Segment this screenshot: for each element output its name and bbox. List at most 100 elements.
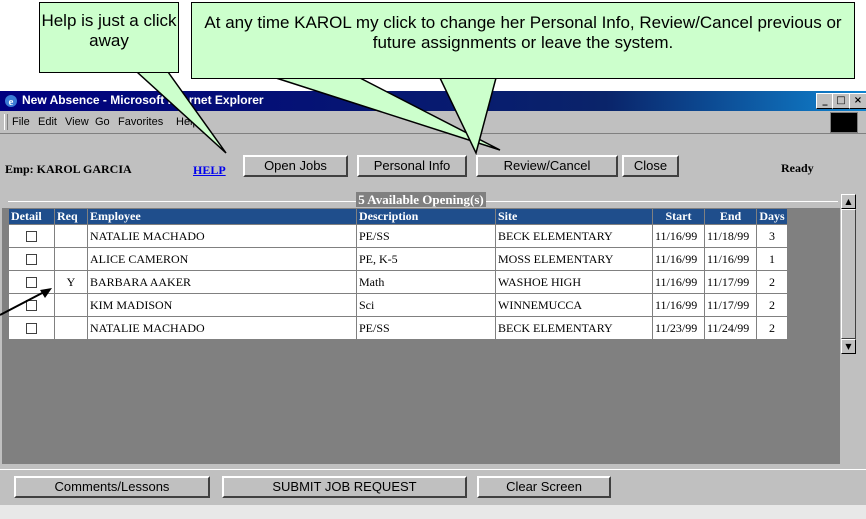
end-cell: 11/17/99 [704, 270, 757, 294]
page-content: Emp: KAROL GARCIA HELP Open Jobs Persona… [0, 134, 866, 519]
table-row[interactable]: KIM MADISON Sci WINNEMUCCA 11/16/99 11/1… [8, 293, 788, 317]
scroll-up-icon[interactable]: ▲ [841, 194, 856, 209]
col-end[interactable]: End [704, 208, 757, 225]
days-cell: 2 [756, 270, 788, 294]
openings-grid: 5 Available Opening(s) Detail Req Employ… [2, 192, 840, 464]
end-cell: 11/18/99 [704, 224, 757, 248]
open-jobs-button[interactable]: Open Jobs [243, 155, 348, 177]
description-cell: PE/SS [356, 316, 496, 340]
site-cell: MOSS ELEMENTARY [495, 247, 653, 271]
info-callout: At any time KAROL my click to change her… [191, 2, 855, 79]
info-callout-text: At any time KAROL my click to change her… [204, 13, 842, 52]
menu-help[interactable]: Help [176, 116, 199, 128]
help-link[interactable]: HELP [193, 163, 226, 178]
help-callout: Help is just a click away [39, 2, 179, 73]
detail-cell[interactable] [8, 270, 55, 294]
scroll-thumb[interactable] [841, 209, 856, 339]
table-header-row: Detail Req Employee Description Site Sta… [8, 208, 788, 225]
days-cell: 2 [756, 316, 788, 340]
description-cell: Sci [356, 293, 496, 317]
personal-info-button[interactable]: Personal Info [357, 155, 467, 177]
help-callout-text: Help is just a click away [41, 11, 177, 50]
menu-bar: File Edit View Go Favorites Help [0, 111, 866, 134]
site-cell: WINNEMUCCA [495, 293, 653, 317]
detail-checkbox[interactable] [26, 277, 37, 289]
detail-cell[interactable] [8, 247, 55, 271]
employee-cell: KIM MADISON [87, 293, 357, 317]
menu-favorites[interactable]: Favorites [118, 116, 163, 128]
grid-title-text: 5 Available Opening(s) [356, 192, 486, 207]
detail-cell[interactable] [8, 293, 55, 317]
table-row[interactable]: NATALIE MACHADO PE/SS BECK ELEMENTARY 11… [8, 316, 788, 340]
submit-job-request-button[interactable]: SUBMIT JOB REQUEST [222, 476, 467, 498]
req-cell [54, 224, 88, 248]
detail-checkbox[interactable] [26, 323, 37, 335]
col-detail: Detail [8, 208, 55, 225]
review-cancel-button[interactable]: Review/Cancel [476, 155, 618, 177]
end-cell: 11/17/99 [704, 293, 757, 317]
detail-checkbox[interactable] [26, 231, 37, 243]
start-cell: 11/16/99 [652, 224, 705, 248]
table-row[interactable]: ALICE CAMERON PE, K-5 MOSS ELEMENTARY 11… [8, 247, 788, 271]
site-cell: BECK ELEMENTARY [495, 224, 653, 248]
end-cell: 11/24/99 [704, 316, 757, 340]
site-cell: WASHOE HIGH [495, 270, 653, 294]
title-bar[interactable]: e New Absence - Microsoft Internet Explo… [0, 91, 866, 111]
req-cell: Y [54, 270, 88, 294]
grid-caption-bar: 5 Available Opening(s) [2, 192, 840, 208]
employee-cell: BARBARA AAKER [87, 270, 357, 294]
description-cell: PE, K-5 [356, 247, 496, 271]
maximize-button[interactable]: □ [832, 93, 850, 109]
grid-title: 5 Available Opening(s) [2, 192, 840, 208]
col-start[interactable]: Start [652, 208, 705, 225]
employee-label: Emp: KAROL GARCIA [5, 162, 132, 176]
description-cell: PE/SS [356, 224, 496, 248]
windows-logo-icon [830, 112, 858, 133]
col-description[interactable]: Description [356, 208, 496, 225]
detail-cell[interactable] [8, 316, 55, 340]
employee-cell: ALICE CAMERON [87, 247, 357, 271]
menu-grip [4, 114, 8, 130]
browser-window: e New Absence - Microsoft Internet Explo… [0, 91, 866, 519]
detail-checkbox[interactable] [26, 300, 37, 312]
start-cell: 11/16/99 [652, 247, 705, 271]
days-cell: 2 [756, 293, 788, 317]
col-days[interactable]: Days [756, 208, 788, 225]
site-cell: BECK ELEMENTARY [495, 316, 653, 340]
days-cell: 3 [756, 224, 788, 248]
employee-cell: NATALIE MACHADO [87, 224, 357, 248]
col-employee[interactable]: Employee [87, 208, 357, 225]
col-req: Req [54, 208, 88, 225]
scroll-down-icon[interactable]: ▼ [841, 339, 856, 354]
table-row[interactable]: NATALIE MACHADO PE/SS BECK ELEMENTARY 11… [8, 224, 788, 248]
table-row[interactable]: Y BARBARA AAKER Math WASHOE HIGH 11/16/9… [8, 270, 788, 294]
end-cell: 11/16/99 [704, 247, 757, 271]
status-ready: Ready [781, 161, 814, 175]
description-cell: Math [356, 270, 496, 294]
req-cell [54, 293, 88, 317]
menu-edit[interactable]: Edit [38, 116, 57, 128]
action-bar: Comments/Lessons SUBMIT JOB REQUEST Clea… [0, 469, 866, 504]
detail-cell[interactable] [8, 224, 55, 248]
req-cell [54, 247, 88, 271]
close-button[interactable]: Close [622, 155, 679, 177]
menu-go[interactable]: Go [95, 116, 110, 128]
col-site[interactable]: Site [495, 208, 653, 225]
menu-file[interactable]: File [12, 116, 30, 128]
vertical-scrollbar[interactable]: ▲ ▼ [841, 194, 856, 354]
days-cell: 1 [756, 247, 788, 271]
start-cell: 11/23/99 [652, 316, 705, 340]
status-bar [0, 505, 866, 519]
comments-lessons-button[interactable]: Comments/Lessons [14, 476, 210, 498]
menu-view[interactable]: View [65, 116, 89, 128]
start-cell: 11/16/99 [652, 270, 705, 294]
start-cell: 11/16/99 [652, 293, 705, 317]
openings-table: Detail Req Employee Description Site Sta… [8, 208, 788, 340]
employee-cell: NATALIE MACHADO [87, 316, 357, 340]
close-window-button[interactable]: × [849, 93, 866, 109]
ie-icon: e [5, 95, 17, 108]
req-cell [54, 316, 88, 340]
detail-checkbox[interactable] [26, 254, 37, 266]
window-title: New Absence - Microsoft Internet Explore… [22, 93, 264, 107]
clear-screen-button[interactable]: Clear Screen [477, 476, 611, 498]
